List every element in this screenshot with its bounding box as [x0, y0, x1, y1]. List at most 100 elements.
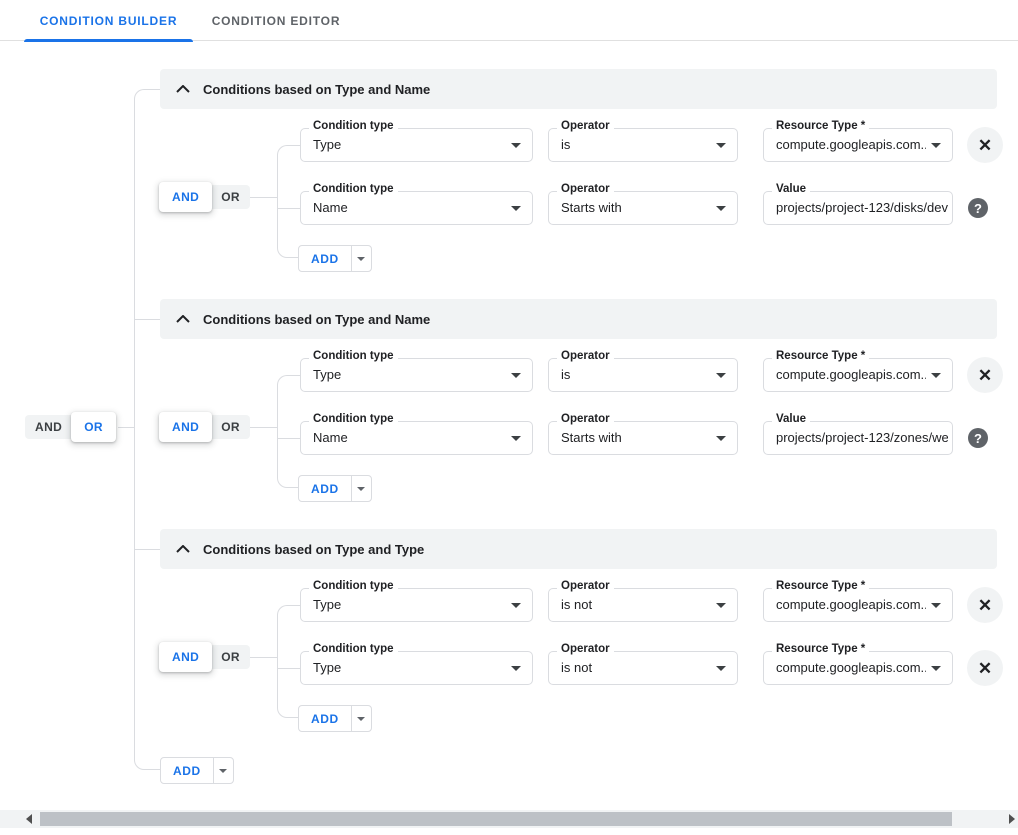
and-button[interactable]: AND: [159, 182, 212, 212]
add-dropdown-button[interactable]: [214, 758, 233, 783]
condition-row: Condition type Type Operator is Resource…: [0, 128, 1018, 162]
remove-condition-button[interactable]: ✕: [967, 587, 1003, 623]
condition-type-select[interactable]: Condition type Type: [300, 128, 533, 162]
chevron-down-icon: [716, 603, 726, 608]
chevron-down-icon: [716, 666, 726, 671]
outer-or-button[interactable]: OR: [71, 412, 116, 442]
operator-select[interactable]: Operator is: [548, 358, 738, 392]
add-group-button[interactable]: ADD: [160, 757, 234, 784]
remove-condition-button[interactable]: ✕: [967, 357, 1003, 393]
condition-type-value: Name: [313, 422, 506, 454]
value-input[interactable]: Value projects/project-123/disks/dev.: [763, 191, 953, 225]
chevron-down-icon: [511, 436, 521, 441]
condition-type-value: Type: [313, 652, 506, 684]
condition-row: Condition type Name Operator Starts with…: [0, 421, 1018, 455]
chevron-down-icon: [511, 373, 521, 378]
operator-value: is not: [561, 589, 711, 621]
operator-select[interactable]: Operator Starts with: [548, 191, 738, 225]
remove-condition-button[interactable]: ✕: [967, 650, 1003, 686]
and-button[interactable]: AND: [159, 412, 212, 442]
close-icon: ✕: [978, 597, 992, 614]
resource-type-value: compute.googleapis.com...: [776, 589, 926, 621]
active-tab-underline: [24, 39, 193, 42]
value-text: projects/project-123/zones/we: [776, 422, 948, 454]
close-icon: ✕: [978, 660, 992, 677]
operator-value: Starts with: [561, 192, 711, 224]
close-icon: ✕: [978, 367, 992, 384]
resource-type-select[interactable]: Resource Type * compute.googleapis.com..…: [763, 651, 953, 685]
add-condition-button[interactable]: ADD: [298, 475, 372, 502]
chevron-down-icon: [716, 206, 726, 211]
group-3-header[interactable]: Conditions based on Type and Type: [160, 529, 997, 569]
resource-type-select[interactable]: Resource Type * compute.googleapis.com..…: [763, 358, 953, 392]
scroll-left-arrow-icon[interactable]: [26, 814, 32, 824]
chevron-down-icon: [931, 666, 941, 671]
horizontal-scrollbar[interactable]: [0, 810, 1018, 828]
chevron-up-icon[interactable]: [173, 545, 193, 553]
chevron-down-icon: [357, 257, 365, 261]
add-condition-button[interactable]: ADD: [298, 705, 372, 732]
condition-type-select[interactable]: Condition type Type: [300, 651, 533, 685]
tab-condition-editor-label: CONDITION EDITOR: [212, 14, 341, 28]
operator-value: Starts with: [561, 422, 711, 454]
chevron-down-icon: [716, 373, 726, 378]
resource-type-value: compute.googleapis.com...: [776, 652, 926, 684]
resource-type-select[interactable]: Resource Type * compute.googleapis.com..…: [763, 588, 953, 622]
group-2-header[interactable]: Conditions based on Type and Name: [160, 299, 997, 339]
add-condition-button[interactable]: ADD: [298, 245, 372, 272]
group-3-title: Conditions based on Type and Type: [203, 542, 424, 557]
condition-type-value: Type: [313, 359, 506, 391]
chevron-down-icon: [511, 206, 521, 211]
tab-condition-builder-label: CONDITION BUILDER: [40, 14, 178, 28]
operator-value: is: [561, 359, 711, 391]
add-dropdown-button[interactable]: [352, 246, 371, 271]
add-dropdown-button[interactable]: [352, 706, 371, 731]
chevron-down-icon: [357, 717, 365, 721]
condition-type-select[interactable]: Condition type Type: [300, 358, 533, 392]
help-icon[interactable]: ?: [968, 428, 988, 448]
and-button[interactable]: AND: [159, 642, 212, 672]
operator-select[interactable]: Operator Starts with: [548, 421, 738, 455]
chevron-down-icon: [357, 487, 365, 491]
condition-type-select[interactable]: Condition type Name: [300, 191, 533, 225]
resource-type-select[interactable]: Resource Type * compute.googleapis.com..…: [763, 128, 953, 162]
group-1-header[interactable]: Conditions based on Type and Name: [160, 69, 997, 109]
add-label: ADD: [299, 476, 351, 501]
chevron-down-icon: [511, 666, 521, 671]
value-input[interactable]: Value projects/project-123/zones/we: [763, 421, 953, 455]
resource-type-value: compute.googleapis.com...: [776, 359, 926, 391]
group-2-title: Conditions based on Type and Name: [203, 312, 430, 327]
chevron-down-icon: [716, 436, 726, 441]
condition-type-value: Type: [313, 589, 506, 621]
operator-select[interactable]: Operator is: [548, 128, 738, 162]
condition-type-select[interactable]: Condition type Name: [300, 421, 533, 455]
chevron-up-icon[interactable]: [173, 85, 193, 93]
chevron-down-icon: [511, 603, 521, 608]
condition-builder-panel: CONDITION BUILDER CONDITION EDITOR AND O…: [0, 0, 1018, 835]
chevron-up-icon[interactable]: [173, 315, 193, 323]
help-glyph: ?: [974, 201, 982, 216]
condition-row: Condition type Type Operator is not Reso…: [0, 651, 1018, 685]
close-icon: ✕: [978, 137, 992, 154]
condition-row: Condition type Name Operator Starts with…: [0, 191, 1018, 225]
operator-value: is: [561, 129, 711, 161]
condition-type-value: Name: [313, 192, 506, 224]
condition-type-select[interactable]: Condition type Type: [300, 588, 533, 622]
scroll-right-arrow-icon[interactable]: [1009, 814, 1015, 824]
add-dropdown-button[interactable]: [352, 476, 371, 501]
add-label: ADD: [161, 758, 213, 783]
condition-group-2: Conditions based on Type and Name AND OR…: [0, 299, 1018, 529]
operator-select[interactable]: Operator is not: [548, 588, 738, 622]
chevron-down-icon: [219, 769, 227, 773]
chevron-down-icon: [931, 373, 941, 378]
scrollbar-thumb[interactable]: [40, 812, 952, 826]
condition-row: Condition type Type Operator is Resource…: [0, 358, 1018, 392]
chevron-down-icon: [716, 143, 726, 148]
remove-condition-button[interactable]: ✕: [967, 127, 1003, 163]
tab-condition-builder[interactable]: CONDITION BUILDER: [24, 0, 193, 41]
operator-select[interactable]: Operator is not: [548, 651, 738, 685]
tab-condition-editor[interactable]: CONDITION EDITOR: [193, 0, 359, 41]
operator-value: is not: [561, 652, 711, 684]
help-icon[interactable]: ?: [968, 198, 988, 218]
chevron-down-icon: [931, 143, 941, 148]
